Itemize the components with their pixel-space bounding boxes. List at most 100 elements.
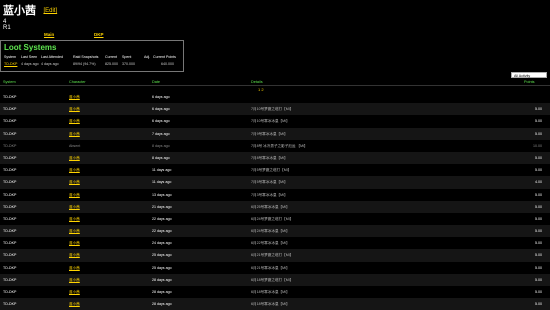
loot-value-system-link[interactable]: TD-DKP bbox=[4, 62, 17, 66]
row-points: 4.00 bbox=[535, 180, 542, 185]
tab-bar: Main DKP bbox=[0, 31, 550, 40]
row-character-link[interactable]: 蓝小茜 bbox=[69, 95, 80, 100]
loot-header-raid-snapshots: Raid Snapshots bbox=[73, 55, 99, 59]
row-date: 25 days ago bbox=[152, 253, 172, 258]
table-row: TD-DKP 蓝小茜 21 days ago 6月25号寒冰冰皇【Mi】 5.00 bbox=[0, 200, 550, 213]
loot-value-raid-snapshots: 89/94 (94.7%) bbox=[73, 62, 96, 66]
loot-header-current-points: Current Points bbox=[153, 55, 176, 59]
row-details: 6月18号寒冰冰皇【Mi】 bbox=[251, 302, 290, 307]
loot-value-last-attended: 4 days ago bbox=[41, 62, 59, 66]
row-character-link[interactable]: 蓝小茜 bbox=[69, 156, 80, 161]
row-system: TD-DKP bbox=[3, 119, 17, 124]
row-points: 5.00 bbox=[535, 119, 542, 124]
row-character-link[interactable]: 蓝小茜 bbox=[69, 253, 80, 258]
row-character-link[interactable]: 蓝小茜 bbox=[69, 168, 80, 173]
loot-value-current-points: 640.000 bbox=[161, 62, 174, 66]
row-character-link[interactable]: 蓝小茜 bbox=[69, 119, 80, 124]
row-date: 22 days ago bbox=[152, 229, 172, 234]
table-row: TD-DKP 蓝小茜 13 days ago 7月3号寒冰冰皇【Mi】 5.00 bbox=[0, 189, 550, 201]
row-system: TD-DKP bbox=[3, 229, 17, 234]
table-row: TD-DKP 蓝小茜 11 days ago 7月5号梦魔之塔打【Mi】 5.00 bbox=[0, 164, 550, 176]
row-points: 5.00 bbox=[535, 302, 542, 307]
row-details: 6月21号梦魔之塔打【Mi】 bbox=[251, 253, 294, 258]
table-row: TD-DKP 蓝小茜 6 days ago bbox=[0, 91, 550, 103]
row-date: 13 days ago bbox=[152, 192, 172, 197]
row-points: 5.00 bbox=[535, 241, 542, 246]
loot-header-current: Current bbox=[105, 55, 117, 59]
row-points: 5.00 bbox=[535, 107, 542, 112]
row-date: 6 days ago bbox=[152, 119, 170, 124]
table-row: TD-DKP 蓝小茜 7 days ago 7月9号寒冰冰皇【Mi】 5.00 bbox=[0, 127, 550, 140]
tab-dkp[interactable]: DKP bbox=[94, 32, 104, 37]
col-date[interactable]: Date bbox=[152, 80, 160, 84]
row-date: 22 days ago bbox=[152, 216, 172, 221]
row-character-link[interactable]: 蓝小茜 bbox=[69, 302, 80, 307]
row-system: TD-DKP bbox=[3, 180, 17, 185]
table-row: TD-DKP 蓝小茜 24 days ago 6月22号寒冰冰皇【Mi】 5.00 bbox=[0, 237, 550, 249]
col-character[interactable]: Character bbox=[69, 80, 86, 84]
table-row: TD-DKP Absent 8 days ago 7月8号 冰冷男子之影子厄运 【Mi… bbox=[0, 140, 550, 152]
row-system: TD-DKP bbox=[3, 290, 17, 294]
row-system: TD-DKP bbox=[3, 253, 17, 258]
row-date: 6 days ago bbox=[152, 95, 170, 99]
row-system: TD-DKP bbox=[3, 216, 17, 221]
row-details: 7月5号梦魔之塔打【Mi】 bbox=[251, 168, 292, 173]
activity-filter-select[interactable]: All Activity bbox=[511, 72, 547, 78]
row-character-link[interactable]: 蓝小茜 bbox=[69, 217, 80, 222]
row-character-link[interactable]: 蓝小茜 bbox=[69, 132, 80, 137]
row-points: 5.00 bbox=[535, 168, 542, 173]
row-system: TD-DKP bbox=[3, 204, 17, 209]
row-points: 5.00 bbox=[535, 229, 542, 234]
row-character-link[interactable]: 蓝小茜 bbox=[69, 180, 80, 185]
row-system: TD-DKP bbox=[3, 95, 17, 99]
row-system: TD-DKP bbox=[3, 131, 17, 136]
row-points: 5.00 bbox=[535, 131, 542, 136]
loot-header-last-attended: Last Attended bbox=[41, 55, 63, 59]
col-details[interactable]: Details bbox=[251, 80, 263, 84]
row-date: 8 days ago bbox=[152, 155, 170, 160]
loot-value-last-seen: 4 days ago bbox=[21, 62, 39, 66]
row-system: TD-DKP bbox=[3, 192, 17, 197]
row-character-link[interactable]: 蓝小茜 bbox=[69, 205, 80, 210]
row-points: 5.00 bbox=[535, 155, 542, 160]
table-row: TD-DKP 蓝小茜 6 days ago 7月10号梦魔之塔打【Mi】 5.00 bbox=[0, 103, 550, 116]
table-row: TD-DKP 蓝小茜 8 days ago 7月8号寒冰冰皇【Mi】 5.00 bbox=[0, 151, 550, 165]
row-system: TD-DKP bbox=[3, 302, 17, 307]
row-character-link[interactable]: 蓝小茜 bbox=[69, 290, 80, 295]
row-points: 5.00 bbox=[535, 253, 542, 258]
row-details: 7月5号寒冰冰皇【Mi】 bbox=[251, 180, 288, 185]
table-row: TD-DKP 蓝小茜 6 days ago 7月10号寒冰冰皇【Mi】 5.00 bbox=[0, 115, 550, 127]
loot-header-adj: Adj. bbox=[144, 55, 151, 59]
row-date: 28 days ago bbox=[152, 290, 172, 294]
row-details: 6月25号寒冰冰皇【Mi】 bbox=[251, 204, 290, 209]
tab-main[interactable]: Main bbox=[44, 32, 54, 37]
edit-link[interactable]: [Edit] bbox=[43, 8, 57, 14]
row-date: 28 days ago bbox=[152, 302, 172, 307]
row-details: 7月10号梦魔之塔打【Mi】 bbox=[251, 107, 294, 112]
row-system: TD-DKP bbox=[3, 265, 17, 270]
row-character-link[interactable]: 蓝小茜 bbox=[69, 107, 80, 112]
col-system[interactable]: System bbox=[3, 80, 16, 84]
row-system: TD-DKP bbox=[3, 241, 17, 246]
row-points: 5.00 bbox=[535, 265, 542, 270]
row-details: 7月3号寒冰冰皇【Mi】 bbox=[251, 192, 288, 197]
row-date: 25 days ago bbox=[152, 265, 172, 270]
loot-header-spent: Spent bbox=[122, 55, 132, 59]
row-character-link[interactable]: 蓝小茜 bbox=[69, 193, 80, 198]
row-character-link[interactable]: 蓝小茜 bbox=[69, 266, 80, 271]
table-row: TD-DKP 蓝小茜 22 days ago 6月24号梦魔之塔打【Mi】 5.00 bbox=[0, 213, 550, 225]
row-character-link[interactable]: 蓝小茜 bbox=[69, 229, 80, 234]
row-system: TD-DKP bbox=[3, 155, 17, 160]
activity-filter-value: All Activity bbox=[514, 74, 531, 78]
profile-header: 蓝小茜 [Edit] 4 R1 bbox=[3, 1, 57, 31]
row-date: 11 days ago bbox=[152, 168, 172, 173]
row-character-link[interactable]: 蓝小茜 bbox=[69, 241, 80, 246]
row-details: 7月8号寒冰冰皇【Mi】 bbox=[251, 155, 288, 160]
row-details: 6月24号寒冰冰皇【Mi】 bbox=[251, 229, 290, 234]
row-character-link[interactable]: 蓝小茜 bbox=[69, 278, 80, 283]
col-points[interactable]: Points bbox=[524, 80, 535, 84]
row-details: 7月9号寒冰冰皇【Mi】 bbox=[251, 131, 288, 136]
row-date: 21 days ago bbox=[152, 204, 172, 209]
row-details: 6月18号梦魔之塔打【Mi】 bbox=[251, 277, 294, 282]
row-date: 7 days ago bbox=[152, 131, 170, 136]
